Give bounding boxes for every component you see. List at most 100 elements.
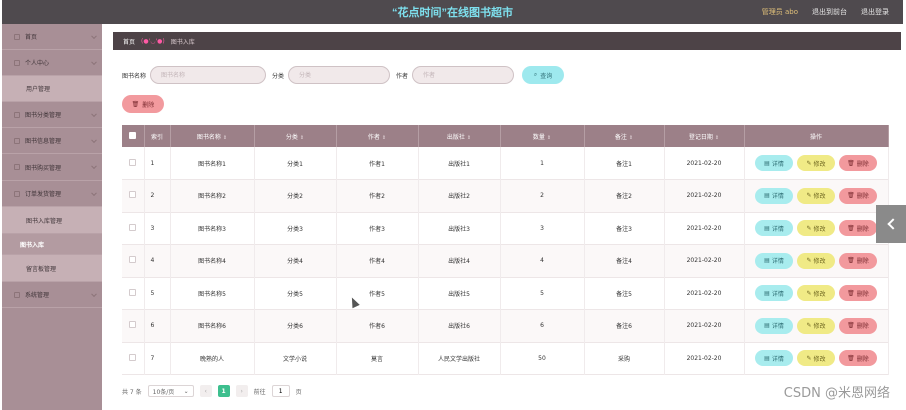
prev-page-button[interactable]: ‹: [199, 385, 212, 397]
cell-category: 分类3: [254, 212, 337, 245]
category-input[interactable]: [288, 66, 391, 84]
delete-button-label: 删除: [856, 323, 869, 331]
sidebar-item[interactable]: 图书入库: [2, 234, 102, 255]
row-select-cell[interactable]: [122, 212, 145, 245]
edit-button[interactable]: ✎ 修改: [797, 220, 835, 237]
sidebar-item[interactable]: 系统管理: [2, 282, 102, 308]
sidebar: 首页个人中心用户管理 图书分类管理 图书信息管理 图书购买管理 订单发货管理图书入库管理…: [2, 24, 102, 410]
cell-name: 图书名称3: [170, 212, 255, 245]
edit-button-label: 修改: [813, 225, 826, 233]
page-size-select[interactable]: 10条/页 ⌄: [147, 385, 194, 397]
edit-button[interactable]: ✎ 修改: [797, 187, 835, 204]
collapse-panel-handle[interactable]: [876, 205, 906, 243]
chevron-down-icon: [91, 136, 97, 143]
table-row: 3 图书名称3 分类3 作者3 出版社3 3 备注3 2021-02-20 ▤ 详情 ✎ 修改 🗑 删除: [122, 212, 889, 245]
delete-button[interactable]: 🗑 删除: [839, 252, 877, 269]
row-select-cell[interactable]: [122, 309, 145, 342]
detail-button[interactable]: ▤ 详情: [755, 317, 793, 334]
detail-button[interactable]: ▤ 详情: [755, 285, 793, 302]
row-select-cell[interactable]: [122, 244, 145, 277]
column-header[interactable]: 备注 ⇕: [584, 125, 665, 147]
row-checkbox[interactable]: [129, 353, 137, 361]
column-header[interactable]: 出版社 ⇕: [418, 125, 501, 147]
row-select-cell[interactable]: [122, 277, 145, 310]
column-header[interactable]: 数量 ⇕: [500, 125, 585, 147]
author-input[interactable]: [412, 66, 515, 84]
column-header[interactable]: 索引: [144, 125, 171, 147]
column-header[interactable]: 操作: [744, 125, 889, 147]
logout-link[interactable]: 退出登录: [861, 7, 889, 17]
sidebar-item[interactable]: 图书入库管理: [2, 207, 102, 234]
detail-button[interactable]: ▤ 详情: [755, 187, 793, 204]
trash-icon: 🗑: [847, 354, 855, 362]
row-checkbox[interactable]: [129, 223, 137, 231]
current-page[interactable]: 1: [217, 385, 230, 397]
edit-icon: ✎: [806, 224, 812, 232]
row-select-cell[interactable]: [122, 342, 145, 375]
sort-icon[interactable]: ⇕: [547, 135, 551, 141]
edit-icon: ✎: [806, 322, 812, 330]
edit-button[interactable]: ✎ 修改: [797, 317, 835, 334]
column-header[interactable]: 登记日期 ⇕: [664, 125, 745, 147]
cell-category: 分类6: [254, 309, 337, 342]
cell-date: 2021-02-20: [664, 212, 745, 245]
cell-index: 6: [144, 309, 171, 342]
query-button[interactable]: ⌕ 查询: [522, 66, 565, 84]
next-page-button[interactable]: ›: [235, 385, 248, 397]
detail-button[interactable]: ▤ 详情: [755, 350, 793, 367]
delete-button[interactable]: 🗑 删除: [839, 317, 877, 334]
detail-button[interactable]: ▤ 详情: [755, 155, 793, 171]
sidebar-item[interactable]: 图书购买管理: [2, 154, 102, 181]
cell-name: 图书名称5: [170, 277, 255, 310]
delete-button[interactable]: 🗑 删除: [839, 220, 877, 237]
sidebar-item[interactable]: 留言板管理: [2, 255, 102, 282]
detail-button[interactable]: ▤ 详情: [755, 252, 793, 269]
delete-button[interactable]: 🗑 删除: [839, 155, 877, 171]
row-checkbox[interactable]: [129, 158, 137, 166]
back-to-frontend-link[interactable]: 退出到前台: [812, 7, 847, 17]
sidebar-item[interactable]: 订单发货管理: [2, 181, 102, 207]
chevron-down-icon: [91, 32, 97, 39]
batch-delete-button[interactable]: 🗑 删除: [122, 95, 164, 113]
sort-icon[interactable]: ⇕: [382, 135, 386, 141]
cell-note: 备注5: [584, 277, 665, 310]
sidebar-item[interactable]: 个人中心: [2, 50, 102, 76]
delete-button[interactable]: 🗑 删除: [839, 187, 877, 204]
column-header[interactable]: 分类 ⇕: [254, 125, 337, 147]
sort-icon[interactable]: ⇕: [300, 135, 304, 141]
sidebar-item[interactable]: 用户管理: [2, 76, 102, 102]
sidebar-item-label: 个人中心: [25, 60, 50, 67]
delete-button[interactable]: 🗑 删除: [839, 285, 877, 302]
goto-page-input[interactable]: [271, 385, 290, 397]
select-all-checkbox[interactable]: [129, 131, 137, 139]
delete-button[interactable]: 🗑 删除: [839, 350, 877, 367]
column-header[interactable]: 作者 ⇕: [336, 125, 419, 147]
sidebar-item[interactable]: 首页: [2, 24, 102, 50]
edit-button[interactable]: ✎ 修改: [797, 155, 835, 171]
row-checkbox[interactable]: [129, 321, 137, 329]
column-header[interactable]: 图书名称 ⇕: [170, 125, 255, 147]
header-actions: 管理员 abo 退出到前台 退出登录: [762, 0, 889, 24]
sidebar-item[interactable]: 图书信息管理: [2, 128, 102, 154]
book-name-input[interactable]: [150, 66, 267, 84]
sort-icon[interactable]: ⇕: [715, 135, 719, 141]
edit-button[interactable]: ✎ 修改: [797, 285, 835, 302]
row-checkbox[interactable]: [129, 288, 137, 296]
row-checkbox[interactable]: [129, 191, 137, 199]
row-checkbox[interactable]: [129, 256, 137, 264]
row-select-cell[interactable]: [122, 179, 145, 212]
sort-icon[interactable]: ⇕: [629, 135, 633, 141]
sidebar-item-label: 图书入库管理: [26, 217, 63, 225]
chevron-down-icon: [91, 58, 97, 65]
sort-icon[interactable]: ⇕: [467, 135, 471, 141]
sidebar-item[interactable]: 图书分类管理: [2, 102, 102, 128]
breadcrumb-home[interactable]: 首页: [123, 37, 135, 46]
row-select-cell[interactable]: [122, 147, 145, 180]
cell-index: 2: [144, 179, 171, 212]
sort-icon[interactable]: ⇕: [223, 135, 227, 141]
detail-button[interactable]: ▤ 详情: [755, 220, 793, 237]
edit-button[interactable]: ✎ 修改: [797, 350, 835, 367]
edit-button[interactable]: ✎ 修改: [797, 252, 835, 269]
cell-date: 2021-02-20: [664, 147, 745, 180]
select-all-header[interactable]: [122, 125, 145, 147]
